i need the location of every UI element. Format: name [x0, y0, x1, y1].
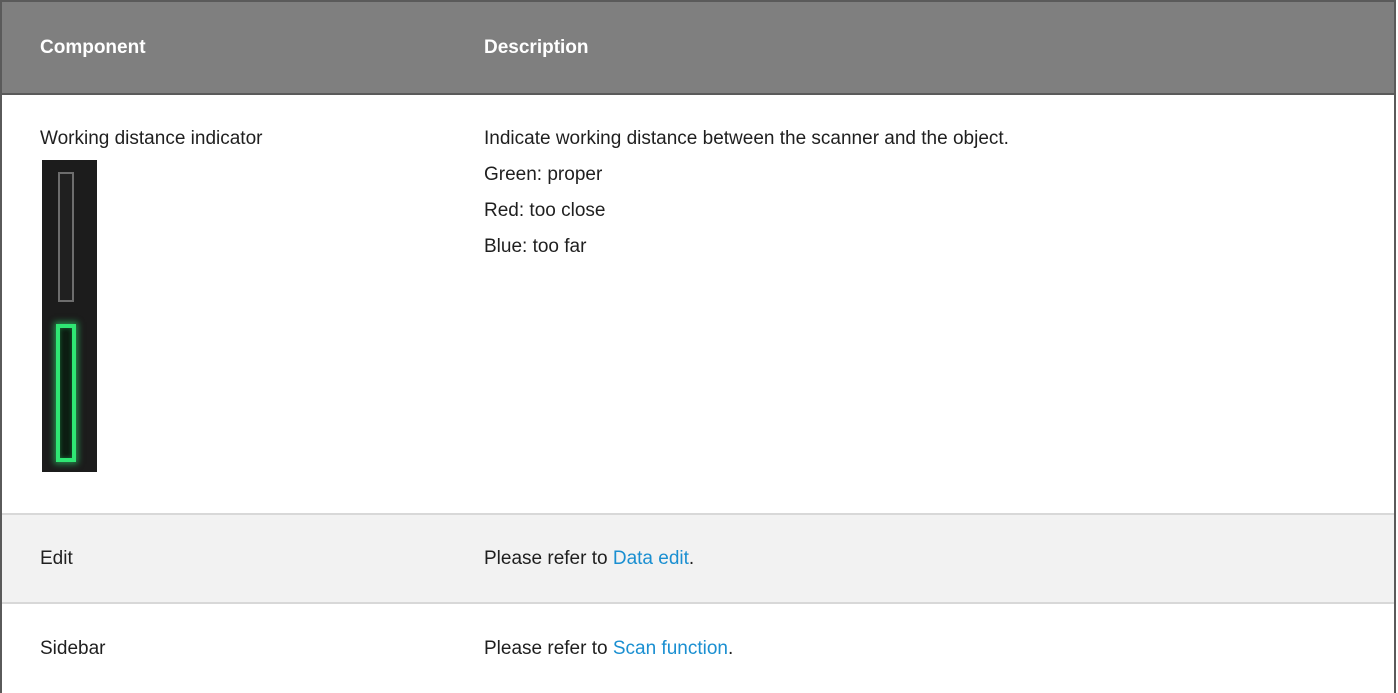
description-prefix: Please refer to — [484, 548, 613, 569]
table-row: Working distance indicator Indicate work… — [2, 95, 1394, 513]
component-table: Component Description Working distance i… — [0, 0, 1396, 693]
description-green: Green: proper — [484, 164, 603, 185]
component-description: Indicate working distance between the sc… — [484, 125, 1374, 265]
component-name: Working distance indicator — [40, 128, 263, 149]
table-row: Sidebar Please refer to Scan function. — [2, 604, 1394, 693]
description-text: Indicate working distance between the sc… — [484, 128, 1009, 149]
table-header: Component Description — [2, 0, 1394, 95]
scan-function-link[interactable]: Scan function — [613, 638, 728, 659]
component-description: Please refer to Data edit. — [484, 515, 1374, 602]
component-name: Sidebar — [40, 638, 106, 659]
description-suffix: . — [688, 548, 695, 569]
table-row: Edit Please refer to Data edit. — [2, 513, 1394, 604]
description-red: Red: too close — [484, 200, 606, 221]
component-description: Please refer to Scan function. — [484, 604, 1374, 693]
description-blue: Blue: too far — [484, 236, 587, 257]
description-prefix: Please refer to — [484, 638, 613, 659]
header-description: Description — [484, 37, 589, 58]
indicator-slot-lower-active — [56, 324, 76, 462]
component-name: Edit — [40, 548, 73, 569]
header-component: Component — [40, 37, 146, 58]
indicator-slot-upper — [58, 172, 74, 302]
description-suffix: . — [727, 638, 734, 659]
data-edit-link[interactable]: Data edit — [613, 548, 689, 569]
working-distance-indicator — [42, 160, 97, 472]
